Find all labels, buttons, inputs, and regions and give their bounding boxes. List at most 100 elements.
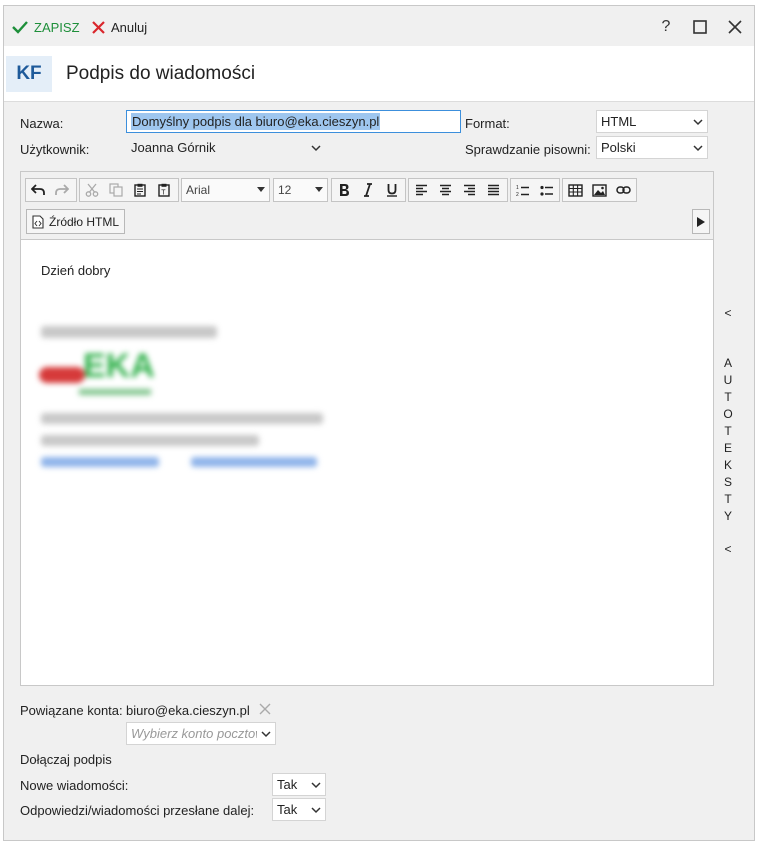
title-band: KF Podpis do wiadomości — [4, 46, 754, 102]
editor-toolbar: T Arial 12 12 Źródło HTML — [21, 172, 713, 240]
editor-content[interactable]: Dzień dobry EKA — [21, 241, 713, 685]
autotext-letter: T — [724, 424, 732, 438]
table-icon — [567, 183, 583, 197]
chevron-down-icon — [311, 144, 321, 151]
caret-down-icon — [315, 187, 323, 192]
linked-accounts-label: Powiązane konta: — [20, 703, 123, 718]
html-source-label: Źródło HTML — [49, 214, 120, 229]
svg-text:T: T — [161, 190, 166, 197]
insert-image-button[interactable] — [587, 179, 611, 201]
align-left-icon — [415, 184, 427, 196]
bold-icon — [340, 184, 349, 196]
replies-forwards-select[interactable]: Tak — [272, 798, 326, 821]
autotext-collapse-bottom[interactable]: < — [716, 542, 740, 556]
cancel-button[interactable]: Anuluj — [92, 16, 147, 38]
spellcheck-value: Polski — [601, 140, 636, 155]
copy-button[interactable] — [104, 179, 128, 201]
chevron-down-icon — [693, 144, 703, 151]
italic-button[interactable] — [356, 179, 380, 201]
dialog-toolbar: ZAPISZ Anuluj ? — [4, 6, 754, 46]
align-justify-icon — [487, 184, 499, 196]
bold-button[interactable] — [332, 179, 356, 201]
underline-button[interactable] — [380, 179, 404, 201]
logo-text: EKA — [83, 347, 155, 385]
check-icon — [12, 21, 28, 34]
attach-signature-heading: Dołączaj podpis — [20, 752, 112, 767]
dialog-window: ZAPISZ Anuluj ? KF Podpis do wiadomości … — [3, 5, 755, 841]
blurred-address-line — [41, 413, 323, 424]
bullet-list-icon — [540, 185, 553, 196]
remove-account-icon[interactable] — [258, 702, 272, 716]
align-left-button[interactable] — [409, 179, 433, 201]
help-icon: ? — [661, 18, 671, 35]
align-justify-button[interactable] — [481, 179, 505, 201]
autotext-letter: U — [723, 373, 733, 387]
maximize-button[interactable] — [688, 15, 712, 39]
undo-icon — [31, 184, 45, 195]
link-icon — [615, 186, 631, 194]
close-button[interactable] — [723, 15, 747, 39]
name-label: Nazwa: — [20, 116, 64, 131]
autotext-letter: T — [724, 390, 732, 404]
toolbar-more-button[interactable] — [692, 209, 710, 234]
svg-text:1: 1 — [516, 185, 519, 191]
maximize-icon — [693, 20, 707, 34]
redo-icon — [55, 184, 69, 195]
insert-table-button[interactable] — [563, 179, 587, 201]
autotext-letter: E — [723, 441, 732, 455]
bullet-list-button[interactable] — [535, 179, 559, 201]
user-select[interactable]: Joanna Górnik — [126, 136, 326, 159]
blurred-signature-line — [41, 326, 217, 338]
paste-text-button[interactable]: T — [152, 179, 176, 201]
autotext-letter: K — [723, 458, 732, 472]
name-input[interactable]: Domyślny podpis dla biuro@eka.cieszyn.pl — [126, 110, 461, 133]
account-picker[interactable]: Wybierz konto pocztowe — [126, 722, 276, 745]
close-x-icon — [92, 20, 105, 34]
align-right-button[interactable] — [457, 179, 481, 201]
autotext-collapse-top[interactable]: < — [716, 306, 740, 320]
redo-button[interactable] — [50, 179, 74, 201]
insert-link-button[interactable] — [611, 179, 635, 201]
font-size-select[interactable]: 12 — [273, 178, 328, 202]
autotext-letter: T — [724, 492, 732, 506]
align-center-icon — [439, 184, 451, 196]
company-logo: EKA — [39, 347, 159, 397]
numbered-list-button[interactable]: 12 — [511, 179, 535, 201]
copy-icon — [109, 183, 123, 197]
align-right-icon — [463, 184, 475, 196]
save-button[interactable]: ZAPISZ — [12, 16, 80, 38]
font-size-value: 12 — [278, 183, 292, 197]
numbered-list-icon: 12 — [516, 185, 529, 197]
autotext-panel-toggle[interactable]: A U T O T E K S T Y — [716, 356, 740, 523]
alignment-group — [408, 178, 508, 202]
new-messages-select[interactable]: Tak — [272, 773, 326, 796]
text-style-group — [331, 178, 406, 202]
logo-swoosh — [39, 367, 85, 383]
cut-button[interactable] — [80, 179, 104, 201]
spellcheck-select[interactable]: Polski — [596, 136, 708, 159]
user-value: Joanna Górnik — [131, 140, 216, 155]
chevron-down-icon — [693, 118, 703, 125]
close-icon — [728, 20, 742, 34]
html-source-button[interactable]: Źródło HTML — [26, 209, 125, 234]
undo-button[interactable] — [26, 179, 50, 201]
underline-icon — [387, 184, 397, 197]
avatar: KF — [6, 56, 52, 92]
format-label: Format: — [465, 116, 510, 131]
font-family-select[interactable]: Arial — [181, 178, 270, 202]
signature-editor: T Arial 12 12 Źródło HTML Dzień dobry EK… — [20, 171, 714, 686]
account-picker-placeholder: Wybierz konto pocztowe — [131, 726, 257, 741]
align-center-button[interactable] — [433, 179, 457, 201]
format-value: HTML — [601, 114, 637, 129]
blurred-email-link — [191, 457, 317, 467]
replies-forwards-label: Odpowiedzi/wiadomości przesłane dalej: — [20, 803, 255, 818]
html-source-icon — [32, 214, 44, 229]
blurred-website-link — [41, 457, 159, 467]
paste-button[interactable] — [128, 179, 152, 201]
font-family-value: Arial — [186, 183, 211, 197]
paste-icon — [134, 183, 146, 197]
name-value: Domyślny podpis dla biuro@eka.cieszyn.pl — [131, 113, 381, 130]
help-button[interactable]: ? — [654, 15, 678, 39]
format-select[interactable]: HTML — [596, 110, 708, 133]
image-icon — [591, 183, 607, 197]
